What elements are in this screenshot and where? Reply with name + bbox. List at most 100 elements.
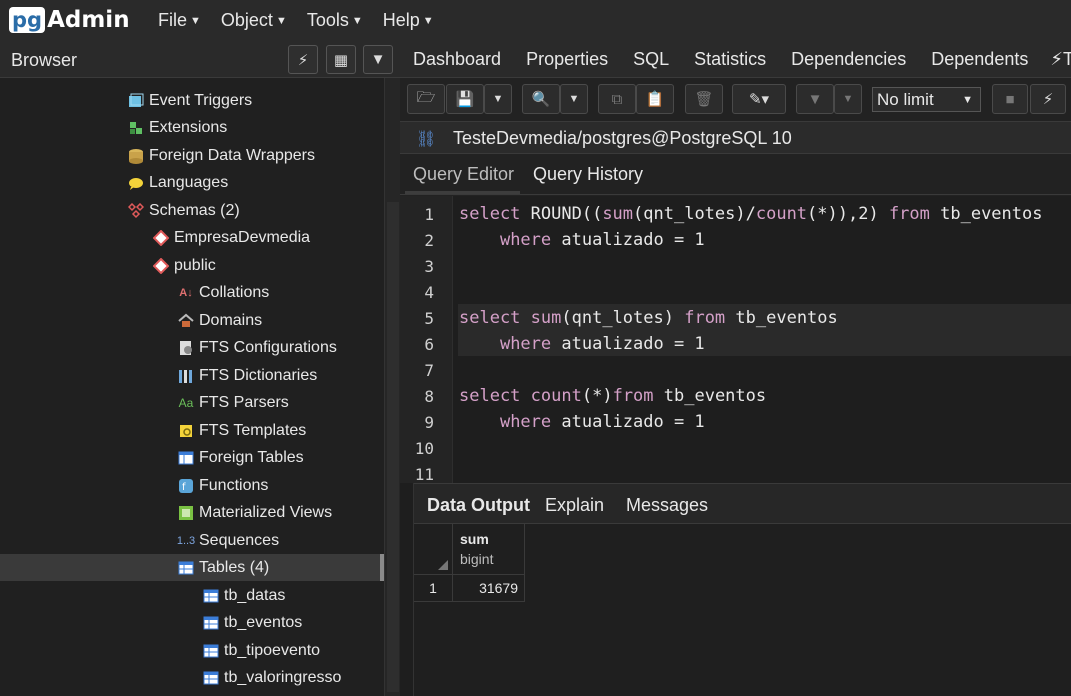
tab-sql[interactable]: SQL [633, 49, 669, 70]
folder-open-icon: 🗁 [416, 88, 436, 106]
logo-pg: pg [9, 7, 46, 33]
chevron-down-icon: ▼ [422, 14, 434, 27]
event-triggers-icon [127, 93, 145, 109]
tree-scrollbar[interactable] [384, 78, 400, 696]
tree-item-fts-templates[interactable]: FTS Templates [0, 417, 384, 444]
tree-item-tb-eventos[interactable]: tb_eventos [0, 609, 384, 636]
result-cell[interactable]: 31679 [453, 575, 525, 602]
tree-item-tb-datas[interactable]: tb_datas [0, 582, 384, 609]
tree-item-tb-tipoevento[interactable]: tb_tipoevento [0, 637, 384, 664]
tree-item-schemas[interactable]: Schemas (2) [0, 197, 384, 224]
query-toolbar: 🗁 💾 ▼ 🔍 ▼ ⧉ 📋 🗑 ✎▾ ▼ ▼ No limit ▼ ■ ⚡ [400, 78, 1071, 121]
tree-label: FTS Configurations [199, 338, 337, 356]
schemas-icon [127, 202, 145, 219]
edit-button[interactable]: ✎▾ [732, 84, 786, 114]
chevron-down-icon: ▼ [190, 14, 201, 27]
svg-text:f: f [182, 482, 186, 493]
execute-button[interactable]: ⚡ [1030, 84, 1066, 114]
tab-dependencies[interactable]: Dependencies [791, 49, 906, 70]
tree-item-tb-valoringresso[interactable]: tb_valoringresso [0, 664, 384, 691]
tree-item-materialized-views[interactable]: Materialized Views [0, 499, 384, 526]
menu-tools[interactable]: Tools ▼ [307, 10, 363, 31]
fts-templates-icon [177, 423, 195, 439]
browser-header: Browser ⚡ ▦ ▼ [0, 41, 400, 78]
save-button[interactable]: 💾 [446, 84, 484, 114]
active-tab-indicator [405, 191, 520, 194]
menu-help[interactable]: Help ▼ [383, 10, 434, 31]
tree-item-empresadevmedia[interactable]: EmpresaDevmedia [0, 224, 384, 251]
tab-data-output[interactable]: Data Output [427, 495, 530, 516]
tree-label: FTS Templates [199, 421, 307, 439]
pgadmin-logo[interactable]: pg Admin [9, 6, 130, 34]
paste-button[interactable]: 📋 [636, 84, 674, 114]
tab-query-history[interactable]: Query History [533, 164, 643, 185]
tree-item-fts-parsers[interactable]: Aa FTS Parsers [0, 389, 384, 416]
row-number[interactable]: 1 [414, 575, 453, 602]
tree-item-foreign-tables[interactable]: Foreign Tables [0, 444, 384, 471]
column-header-sum[interactable]: sum bigint [453, 524, 525, 575]
menu-object[interactable]: Object ▼ [221, 10, 287, 31]
search-icon: 🔍 [531, 91, 551, 108]
main-tab-bar: Dashboard Properties SQL Statistics Depe… [400, 41, 1071, 78]
tree-item-fts-dictionaries[interactable]: FTS Dictionaries [0, 362, 384, 389]
row-limit-select[interactable]: No limit ▼ [872, 87, 981, 112]
tree-item-domains[interactable]: Domains [0, 307, 384, 334]
line-number: 6 [424, 335, 434, 354]
select-all-cell[interactable] [414, 524, 453, 575]
line-number: 8 [424, 387, 434, 406]
tree-label: Event Triggers [149, 91, 253, 109]
tab-statistics[interactable]: Statistics [694, 49, 766, 70]
tab-dashboard[interactable]: Dashboard [413, 49, 501, 70]
tab-dependents[interactable]: Dependents [931, 49, 1028, 70]
code-line: select ROUND((sum(qnt_lotes)/count(*)),2… [459, 204, 1043, 224]
tree-item-sequences[interactable]: 1..3 Sequences [0, 527, 384, 554]
save-dropdown-button[interactable]: ▼ [484, 84, 512, 114]
tab-explain[interactable]: Explain [545, 495, 604, 516]
connection-bar[interactable]: ⛓ TesteDevmedia/postgres@PostgreSQL 10 [400, 121, 1071, 154]
tree-item-foreign-data-wrappers[interactable]: Foreign Data Wrappers [0, 142, 384, 169]
tree-label: Functions [199, 476, 269, 494]
tree-item-collations[interactable]: A↓ Collations [0, 279, 384, 306]
copy-button[interactable]: ⧉ [598, 84, 636, 114]
tree-label: FTS Parsers [199, 393, 289, 411]
column-type: bigint [460, 551, 494, 567]
tree-item-extensions[interactable]: Extensions [0, 114, 384, 141]
object-browser-tree: Event Triggers Extensions Foreign Data W… [0, 78, 384, 696]
top-navbar: pg Admin File ▼ Object ▼ Tools ▼ Help ▼ [0, 0, 1071, 41]
stop-button[interactable]: ■ [992, 84, 1028, 114]
lightning-icon: ⚡ [1050, 48, 1063, 69]
tree-item-public[interactable]: public [0, 252, 384, 279]
filter-dropdown-button[interactable]: ▼ [834, 84, 862, 114]
menu-file[interactable]: File ▼ [158, 10, 201, 31]
query-tool-button[interactable]: ⚡ [288, 45, 318, 74]
tree-item-languages[interactable]: Languages [0, 169, 384, 196]
functions-icon: f [177, 478, 195, 494]
paste-icon: 📋 [645, 91, 665, 108]
line-number: 3 [424, 257, 434, 276]
view-data-button[interactable]: ▦ [326, 45, 356, 74]
open-file-button[interactable]: 🗁 [407, 84, 445, 114]
tab-query-tool[interactable]: ⚡Tes [1050, 49, 1071, 70]
sql-editor[interactable]: 1 2 3 4 5 6 7 8 9 10 11 select ROUND((su… [400, 196, 1071, 483]
tree-item-tables[interactable]: Tables (4) [0, 554, 384, 581]
tree-item-fts-configurations[interactable]: FTS Configurations [0, 334, 384, 361]
fts-parsers-icon: Aa [178, 395, 194, 410]
code-line: where atualizado = 1 [499, 412, 705, 432]
filter-icon: ▼ [807, 90, 823, 108]
tree-label: Foreign Tables [199, 448, 304, 466]
tab-messages[interactable]: Messages [626, 495, 708, 516]
find-button[interactable]: 🔍 [522, 84, 560, 114]
tree-item-event-triggers[interactable]: Event Triggers [0, 87, 384, 114]
tab-query-editor[interactable]: Query Editor [413, 164, 514, 185]
delete-button[interactable]: 🗑 [685, 84, 723, 114]
copy-icon: ⧉ [611, 90, 623, 108]
collations-icon: A↓ [179, 286, 193, 299]
filter-button[interactable]: ▼ [796, 84, 834, 114]
tree-item-functions[interactable]: f Functions [0, 472, 384, 499]
find-dropdown-button[interactable]: ▼ [560, 84, 588, 114]
domains-icon [177, 313, 195, 329]
scrollbar-thumb[interactable] [387, 202, 399, 692]
tab-properties[interactable]: Properties [526, 49, 608, 70]
tree-label: tb_datas [224, 586, 286, 604]
filter-rows-button[interactable]: ▼ [363, 45, 393, 74]
